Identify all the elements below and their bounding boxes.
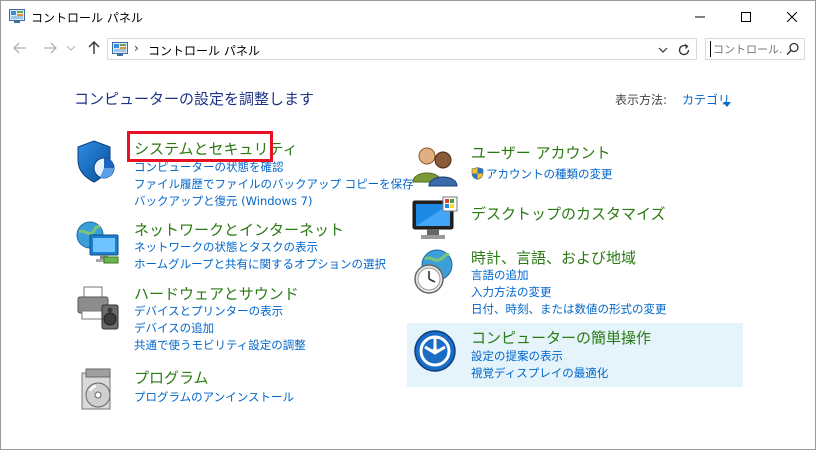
link-optimize-visual-display[interactable]: 視覚ディスプレイの最適化 bbox=[471, 365, 608, 381]
view-by-label: 表示方法: bbox=[615, 93, 668, 107]
control-panel-window: コントロール パネル › コントロール パネル コントロール... コンピュータ… bbox=[0, 0, 816, 450]
link-file-history-backup[interactable]: ファイル履歴でファイルのバックアップ コピーを保存 bbox=[134, 176, 414, 192]
category-title-appearance[interactable]: デスクトップのカスタマイズ bbox=[471, 203, 666, 224]
chevron-down-icon bbox=[67, 45, 75, 51]
uac-shield-icon bbox=[471, 167, 484, 180]
arrow-left-icon bbox=[13, 42, 26, 54]
control-panel-icon bbox=[112, 42, 128, 56]
link-homegroup-sharing-options[interactable]: ホームグループと共有に関するオプションの選択 bbox=[134, 256, 386, 272]
maximize-button[interactable] bbox=[723, 1, 769, 32]
maximize-icon bbox=[741, 11, 751, 22]
link-change-input-methods[interactable]: 入力方法の変更 bbox=[471, 284, 552, 300]
category-title-network-internet[interactable]: ネットワークとインターネット bbox=[134, 219, 344, 240]
arrow-up-icon bbox=[88, 41, 100, 54]
minimize-button[interactable] bbox=[677, 1, 723, 32]
control-panel-icon bbox=[9, 9, 25, 23]
refresh-icon bbox=[678, 43, 690, 56]
breadcrumb-separator[interactable]: › bbox=[134, 41, 139, 55]
monitor-icon[interactable] bbox=[411, 195, 459, 243]
breadcrumb-control-panel[interactable]: コントロール パネル bbox=[148, 42, 260, 59]
search-box[interactable] bbox=[705, 38, 805, 60]
users-icon[interactable] bbox=[411, 142, 459, 190]
close-button[interactable] bbox=[769, 1, 815, 32]
ease-of-access-icon[interactable] bbox=[411, 327, 459, 375]
category-appearance: デスクトップのカスタマイズ bbox=[411, 195, 741, 243]
programs-disc-icon[interactable] bbox=[74, 367, 122, 415]
shield-icon[interactable] bbox=[74, 138, 122, 186]
link-change-account-type[interactable]: アカウントの種類の変更 bbox=[471, 166, 613, 182]
category-title-ease-of-access[interactable]: コンピューターの簡単操作 bbox=[471, 327, 651, 348]
category-clock-language-region: 時計、言語、および地域 言語の追加 入力方法の変更 日付、時刻、または数値の形式… bbox=[411, 247, 741, 317]
link-devices-printers[interactable]: デバイスとプリンターの表示 bbox=[134, 303, 283, 319]
link-uninstall-program[interactable]: プログラムのアンインストール bbox=[134, 389, 294, 405]
title-bar[interactable]: コントロール パネル bbox=[1, 1, 815, 32]
link-network-status-tasks[interactable]: ネットワークの状態とタスクの表示 bbox=[134, 239, 318, 255]
category-network-internet: ネットワークとインターネット ネットワークの状態とタスクの表示 ホームグループと… bbox=[74, 219, 394, 275]
link-backup-restore[interactable]: バックアップと復元 (Windows 7) bbox=[134, 193, 312, 209]
up-button[interactable] bbox=[85, 40, 103, 56]
minimize-icon bbox=[695, 16, 705, 17]
category-title-hardware-sound[interactable]: ハードウェアとサウンド bbox=[134, 283, 299, 304]
back-button[interactable] bbox=[11, 40, 29, 56]
forward-button[interactable] bbox=[41, 40, 59, 56]
page-heading: コンピューターの設定を調整します bbox=[74, 90, 315, 108]
link-mobility-settings[interactable]: 共通で使うモビリティ設定の調整 bbox=[134, 337, 306, 353]
link-get-recommendations[interactable]: 設定の提案の表示 bbox=[471, 348, 563, 364]
category-title-programs[interactable]: プログラム bbox=[134, 367, 209, 388]
search-input[interactable] bbox=[710, 41, 782, 57]
window-title: コントロール パネル bbox=[31, 11, 143, 25]
link-add-device[interactable]: デバイスの追加 bbox=[134, 320, 214, 336]
search-icon[interactable] bbox=[786, 42, 800, 56]
clock-globe-icon[interactable] bbox=[411, 247, 459, 295]
category-title-user-accounts[interactable]: ユーザー アカウント bbox=[471, 142, 610, 163]
arrow-right-icon bbox=[44, 42, 57, 54]
recent-locations-button[interactable] bbox=[65, 40, 77, 56]
address-history-button[interactable] bbox=[656, 43, 670, 57]
close-icon bbox=[787, 11, 797, 22]
refresh-button[interactable] bbox=[676, 42, 692, 58]
annotation-highlight-box bbox=[127, 131, 273, 162]
chevron-down-icon[interactable] bbox=[723, 96, 731, 107]
link-add-language[interactable]: 言語の追加 bbox=[471, 267, 529, 283]
category-user-accounts: ユーザー アカウント アカウントの種類の変更 bbox=[411, 142, 741, 187]
printer-speaker-icon[interactable] bbox=[74, 283, 122, 331]
category-hardware-sound: ハードウェアとサウンド デバイスとプリンターの表示 デバイスの追加 共通で使うモ… bbox=[74, 283, 394, 353]
navigation-bar: › コントロール パネル bbox=[1, 32, 815, 64]
network-globe-icon[interactable] bbox=[74, 219, 122, 267]
category-title-clock-language-region[interactable]: 時計、言語、および地域 bbox=[471, 247, 636, 268]
category-ease-of-access: コンピューターの簡単操作 設定の提案の表示 視覚ディスプレイの最適化 bbox=[411, 327, 741, 383]
link-change-account-type-label: アカウントの種類の変更 bbox=[486, 167, 613, 181]
category-programs: プログラム プログラムのアンインストール bbox=[74, 367, 394, 411]
link-change-date-time-number-formats[interactable]: 日付、時刻、または数値の形式の変更 bbox=[471, 301, 667, 317]
chevron-down-icon bbox=[658, 47, 668, 53]
address-bar[interactable]: › コントロール パネル bbox=[107, 38, 697, 60]
